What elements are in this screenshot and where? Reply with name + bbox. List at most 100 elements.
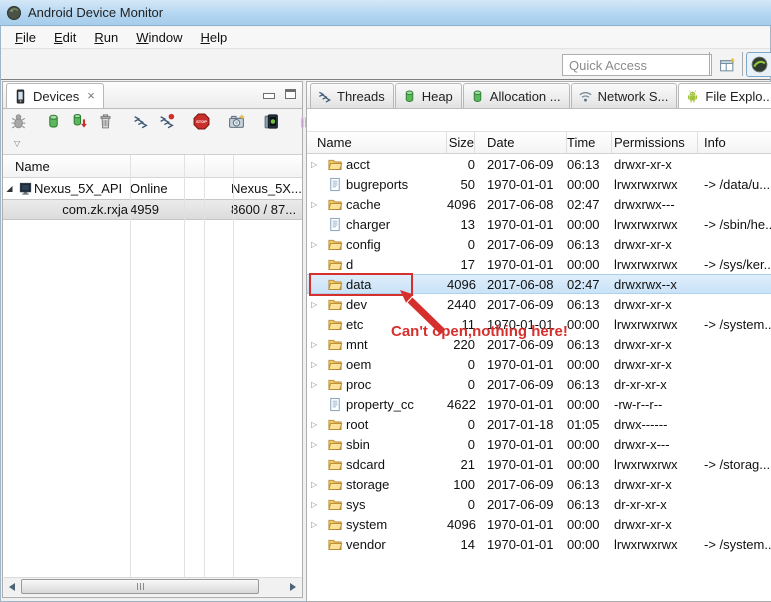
file-name-cell: bugreports <box>307 174 447 194</box>
table-row[interactable]: ▷ system 4096 1970-01-01 00:00 drwxr-xr-x <box>307 514 771 534</box>
device-row[interactable]: com.zk.rxja 4959 8600 / 87... <box>3 199 302 220</box>
tab-allocation[interactable]: Allocation ... <box>462 83 570 108</box>
tab-threads[interactable]: Threads <box>310 83 394 108</box>
table-row[interactable]: sdcard 21 1970-01-01 00:00 lrwxrwxrwx -> /sto… <box>307 454 771 474</box>
tree-collapsed-icon[interactable]: ▷ <box>311 160 324 169</box>
scroll-left-icon[interactable] <box>4 579 20 595</box>
update-threads-button[interactable] <box>132 113 149 135</box>
tab-network-s[interactable]: Network S... <box>570 83 678 108</box>
tab-file-explo[interactable]: File Explo...× <box>678 83 771 108</box>
table-row[interactable]: vendor 14 1970-01-01 00:00 lrwxrwxrwx -> /sys… <box>307 534 771 554</box>
tree-expanded-icon[interactable]: ◢ <box>3 184 16 193</box>
table-row[interactable]: bugreports 50 1970-01-01 00:00 lrwxrwxrwx -> … <box>307 174 771 194</box>
open-perspective-button[interactable] <box>715 55 739 75</box>
file-time: 00:00 <box>567 396 600 412</box>
tree-collapsed-icon[interactable]: ▷ <box>311 200 324 209</box>
column-header-size[interactable]: Size <box>447 132 475 153</box>
tree-collapsed-icon[interactable]: ▷ <box>311 500 324 509</box>
update-heap-button[interactable] <box>45 113 62 135</box>
table-row[interactable]: ▷ acct 0 2017-06-09 06:13 drwxr-xr-x <box>307 154 771 174</box>
table-row[interactable]: ▷ storage 100 2017-06-09 06:13 drwxr-xr-x <box>307 474 771 494</box>
table-row[interactable]: charger 13 1970-01-01 00:00 lrwxrwxrwx -> /sb… <box>307 214 771 234</box>
table-row[interactable]: ▷ sys 0 2017-06-09 06:13 dr-xr-xr-x <box>307 494 771 514</box>
file-time: 06:13 <box>567 476 600 492</box>
quick-access-input[interactable] <box>562 54 712 76</box>
device-row[interactable]: ◢ Nexus_5X_API Online Nexus_5X... <box>3 178 302 199</box>
close-icon[interactable]: × <box>87 89 95 102</box>
screen-capture-button[interactable] <box>228 113 245 135</box>
scrollbar-thumb[interactable] <box>21 579 259 594</box>
folder-icon <box>324 277 346 292</box>
file-date: 2017-06-09 <box>487 296 554 312</box>
file-size: 0 <box>467 416 475 432</box>
menu-item-window[interactable]: Window <box>128 28 190 47</box>
file-name-cell: ▷ dev <box>307 294 447 314</box>
debug-process-button[interactable] <box>10 113 27 135</box>
screen-record-button[interactable] <box>263 113 280 135</box>
file-name: config <box>346 236 381 252</box>
file-explorer-tabbar: Threads Heap Allocation ... Network S... Fil… <box>307 82 771 109</box>
column-header-name[interactable]: Name <box>307 132 447 153</box>
maximize-icon[interactable] <box>285 88 296 99</box>
tree-collapsed-icon[interactable]: ▷ <box>311 360 324 369</box>
file-info: -> /system... <box>704 536 771 552</box>
file-table-header[interactable]: Name Size Date Time Permissions Info <box>307 131 771 154</box>
tree-collapsed-icon[interactable]: ▷ <box>311 520 324 529</box>
device-name-cell: com.zk.rxja <box>3 200 130 219</box>
file-time: 00:00 <box>567 176 600 192</box>
tab-devices[interactable]: Devices × <box>6 83 104 108</box>
view-menu-icon[interactable]: ▽ <box>3 139 302 154</box>
table-row[interactable]: ▷ cache 4096 2017-06-08 02:47 drwxrwx--- <box>307 194 771 214</box>
file-name: acct <box>346 156 370 172</box>
menu-item-help[interactable]: Help <box>192 28 235 47</box>
devices-column-header[interactable]: Name <box>3 155 302 178</box>
table-row[interactable]: ▷ sbin 0 1970-01-01 00:00 drwxr-x--- <box>307 434 771 454</box>
column-header-permissions[interactable]: Permissions <box>612 132 698 153</box>
cause-gc-button[interactable] <box>97 113 114 135</box>
file-name-cell: ▷ sys <box>307 494 447 514</box>
table-row[interactable]: ▷ dev 2440 2017-06-09 06:13 drwxr-xr-x <box>307 294 771 314</box>
tree-collapsed-icon[interactable]: ▷ <box>311 240 324 249</box>
tree-collapsed-icon[interactable]: ▷ <box>311 380 324 389</box>
table-row[interactable]: ▷ proc 0 2017-06-09 06:13 dr-xr-xr-x <box>307 374 771 394</box>
ddms-perspective-button[interactable] <box>746 52 771 77</box>
file-time: 00:00 <box>567 436 600 452</box>
table-row[interactable]: ▷ root 0 2017-01-18 01:05 drwx------ <box>307 414 771 434</box>
start-method-profiling-button[interactable] <box>158 113 175 135</box>
tree-collapsed-icon[interactable]: ▷ <box>311 480 324 489</box>
file-name: proc <box>346 376 372 392</box>
stop-process-button[interactable]: STOP <box>193 113 210 135</box>
file-permissions: drwxr-x--- <box>614 436 670 452</box>
dump-hprof-button[interactable] <box>71 113 88 135</box>
menu-item-edit[interactable]: Edit <box>46 28 84 47</box>
stop-process-icon: STOP <box>193 113 210 130</box>
file-permissions: drwxr-xr-x <box>614 516 672 532</box>
column-header-time[interactable]: Time <box>567 132 612 153</box>
tree-collapsed-icon[interactable]: ▷ <box>311 340 324 349</box>
devices-tabbar: Devices × <box>3 82 302 109</box>
tree-collapsed-icon[interactable]: ▷ <box>311 300 324 309</box>
scroll-right-icon[interactable] <box>285 579 301 595</box>
menu-item-run[interactable]: Run <box>86 28 126 47</box>
file-permissions: drwxr-xr-x <box>614 336 672 352</box>
file-icon <box>324 217 346 232</box>
table-row[interactable]: data 4096 2017-06-08 02:47 drwxrwx--x <box>307 273 771 296</box>
column-header-info[interactable]: Info <box>698 132 771 153</box>
menu-item-file[interactable]: File <box>7 28 44 47</box>
dump-hprof-icon <box>71 113 88 130</box>
table-row[interactable]: property_cc 4622 1970-01-01 00:00 -rw-r--r-- <box>307 394 771 414</box>
tree-collapsed-icon[interactable]: ▷ <box>311 440 324 449</box>
minimize-icon[interactable] <box>263 93 275 99</box>
file-name-cell: ▷ acct <box>307 154 447 174</box>
column-header-date[interactable]: Date <box>475 132 567 153</box>
file-name: oem <box>346 356 372 372</box>
tab-heap[interactable]: Heap <box>394 83 462 108</box>
file-name: sbin <box>346 436 370 452</box>
device-extra: Nexus_5X... <box>231 181 302 196</box>
tree-collapsed-icon[interactable]: ▷ <box>311 420 324 429</box>
file-name-cell: vendor <box>307 534 447 554</box>
file-name-cell: sdcard <box>307 454 447 474</box>
table-row[interactable]: ▷ config 0 2017-06-09 06:13 drwxr-xr-x <box>307 234 771 254</box>
table-row[interactable]: ▷ oem 0 1970-01-01 00:00 drwxr-xr-x <box>307 354 771 374</box>
table-row[interactable]: d 17 1970-01-01 00:00 lrwxrwxrwx -> /sys/ker.… <box>307 254 771 274</box>
